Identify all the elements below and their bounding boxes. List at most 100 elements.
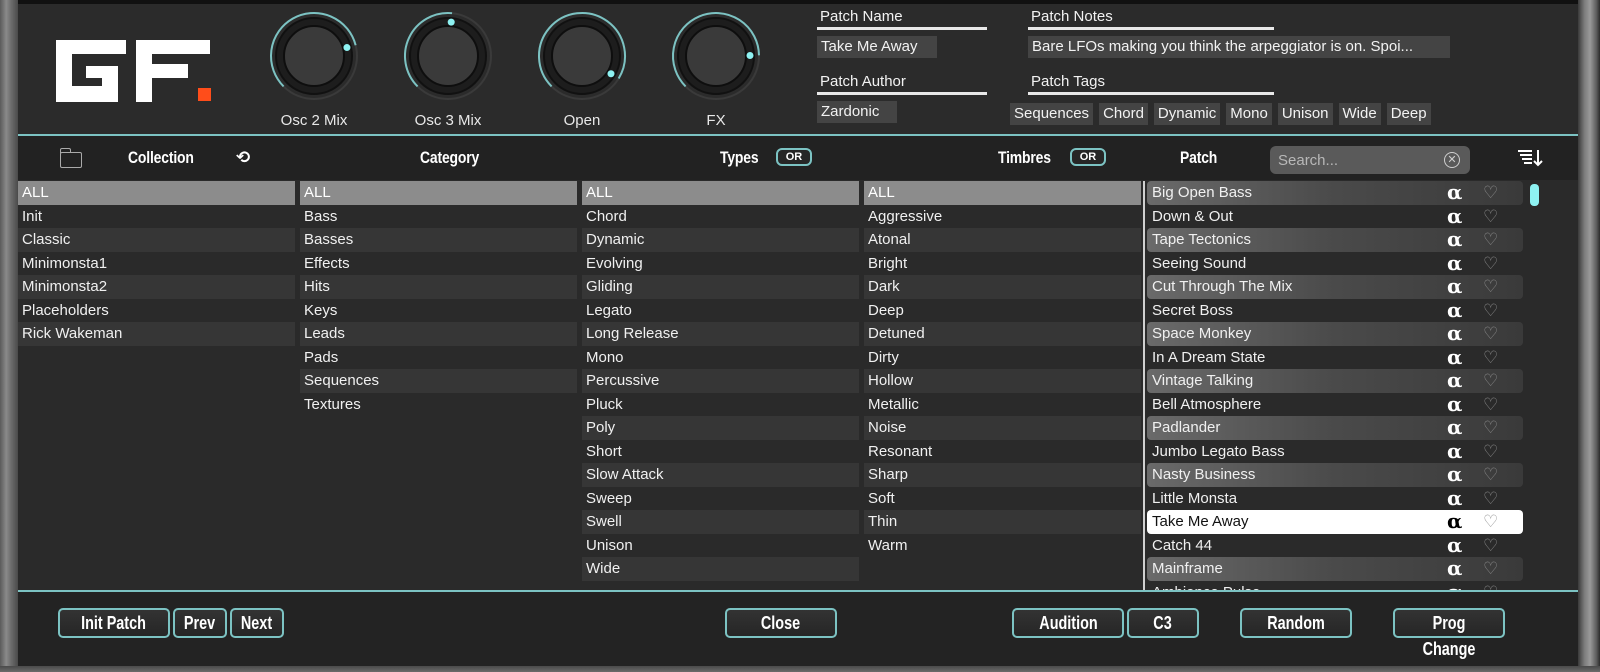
patch-row[interactable]: Tape Tectonics α ♡ bbox=[1147, 227, 1523, 252]
close-button[interactable]: Close bbox=[725, 608, 837, 638]
favorite-heart-icon[interactable]: ♡ bbox=[1483, 416, 1498, 440]
search-box[interactable]: ✕ bbox=[1270, 146, 1470, 174]
patch-row[interactable]: Vintage Talking α ♡ bbox=[1147, 368, 1523, 393]
tag[interactable]: Wide bbox=[1338, 103, 1381, 125]
types-item[interactable]: Evolving bbox=[582, 252, 859, 276]
collection-item[interactable]: Minimonsta1 bbox=[18, 252, 295, 276]
favorite-heart-icon[interactable]: ♡ bbox=[1483, 346, 1498, 370]
types-item[interactable]: Pluck bbox=[582, 393, 859, 417]
favorite-heart-icon[interactable]: ♡ bbox=[1483, 205, 1498, 229]
category-item[interactable]: Keys bbox=[300, 299, 577, 323]
patch-row[interactable]: Seeing Sound α ♡ bbox=[1147, 251, 1523, 276]
patch-name-field[interactable]: Take Me Away bbox=[817, 36, 937, 58]
folder-icon[interactable] bbox=[59, 148, 82, 168]
types-item[interactable]: Dynamic bbox=[582, 228, 859, 252]
category-item[interactable]: Textures bbox=[300, 393, 577, 417]
patch-row[interactable]: In A Dream State α ♡ bbox=[1147, 345, 1523, 370]
knob-osc2-mix[interactable]: Osc 2 Mix bbox=[268, 10, 360, 129]
types-item[interactable]: Unison bbox=[582, 534, 859, 558]
knob-dial[interactable] bbox=[268, 10, 360, 102]
types-item[interactable]: Gliding bbox=[582, 275, 859, 299]
timbres-item[interactable]: Detuned bbox=[864, 322, 1141, 346]
types-item[interactable]: Percussive bbox=[582, 369, 859, 393]
random-button[interactable]: Random bbox=[1240, 608, 1352, 638]
timbres-item[interactable]: Aggressive bbox=[864, 205, 1141, 229]
collection-item[interactable]: Rick Wakeman bbox=[18, 322, 295, 346]
favorite-heart-icon[interactable]: ♡ bbox=[1483, 487, 1498, 511]
category-item[interactable]: Basses bbox=[300, 228, 577, 252]
timbres-item[interactable]: Thin bbox=[864, 510, 1141, 534]
knob-dial[interactable] bbox=[670, 10, 762, 102]
patch-row[interactable]: Secret Boss α ♡ bbox=[1147, 298, 1523, 323]
knob-fx[interactable]: FX bbox=[670, 10, 762, 129]
favorite-heart-icon[interactable]: ♡ bbox=[1483, 440, 1498, 464]
init-patch-button[interactable]: Init Patch bbox=[58, 608, 170, 638]
types-item[interactable]: Poly bbox=[582, 416, 859, 440]
tag[interactable]: Sequences bbox=[1010, 103, 1094, 125]
types-item[interactable]: Wide bbox=[582, 557, 859, 581]
patch-list-scrollbar[interactable] bbox=[1530, 184, 1539, 206]
tag[interactable]: Unison bbox=[1277, 103, 1333, 125]
types-item[interactable]: Mono bbox=[582, 346, 859, 370]
prog-change-button[interactable]: Prog Change bbox=[1393, 608, 1505, 659]
favorite-heart-icon[interactable]: ♡ bbox=[1483, 252, 1498, 276]
knob-dial[interactable] bbox=[536, 10, 628, 102]
favorite-heart-icon[interactable]: ♡ bbox=[1483, 534, 1498, 558]
favorite-heart-icon[interactable]: ♡ bbox=[1483, 228, 1498, 252]
collection-item[interactable]: Minimonsta2 bbox=[18, 275, 295, 299]
tag[interactable]: Deep bbox=[1386, 103, 1431, 125]
knob-open[interactable]: Open bbox=[536, 10, 628, 129]
search-input[interactable] bbox=[1278, 149, 1438, 171]
category-item[interactable]: Pads bbox=[300, 346, 577, 370]
types-item[interactable]: Short bbox=[582, 440, 859, 464]
types-item[interactable]: Swell bbox=[582, 510, 859, 534]
category-item[interactable]: Effects bbox=[300, 252, 577, 276]
types-item[interactable]: Sweep bbox=[582, 487, 859, 511]
favorite-heart-icon[interactable]: ♡ bbox=[1483, 322, 1498, 346]
knob-dial[interactable] bbox=[402, 10, 494, 102]
patch-row[interactable]: Bell Atmosphere α ♡ bbox=[1147, 392, 1523, 417]
collection-item[interactable]: Placeholders bbox=[18, 299, 295, 323]
timbres-or-toggle[interactable]: OR bbox=[1070, 148, 1106, 166]
next-button[interactable]: Next bbox=[230, 608, 284, 638]
patch-row[interactable]: Catch 44 α ♡ bbox=[1147, 533, 1523, 558]
timbres-item[interactable]: ALL bbox=[864, 181, 1141, 205]
timbres-item[interactable]: Resonant bbox=[864, 440, 1141, 464]
favorite-heart-icon[interactable]: ♡ bbox=[1483, 275, 1498, 299]
types-item[interactable]: Slow Attack bbox=[582, 463, 859, 487]
timbres-item[interactable]: Hollow bbox=[864, 369, 1141, 393]
category-item[interactable]: Sequences bbox=[300, 369, 577, 393]
patch-author-field[interactable]: Zardonic bbox=[817, 101, 897, 123]
types-item[interactable]: ALL bbox=[582, 181, 859, 205]
favorite-heart-icon[interactable]: ♡ bbox=[1483, 181, 1498, 205]
patch-row[interactable]: Space Monkey α ♡ bbox=[1147, 321, 1523, 346]
types-item[interactable]: Long Release bbox=[582, 322, 859, 346]
clear-search-icon[interactable]: ✕ bbox=[1444, 152, 1460, 168]
timbres-item[interactable]: Dirty bbox=[864, 346, 1141, 370]
favorite-heart-icon[interactable]: ♡ bbox=[1483, 369, 1498, 393]
patch-row[interactable]: Jumbo Legato Bass α ♡ bbox=[1147, 439, 1523, 464]
timbres-item[interactable]: Bright bbox=[864, 252, 1141, 276]
patch-row[interactable]: Little Monsta α ♡ bbox=[1147, 486, 1523, 511]
collection-item[interactable]: Init bbox=[18, 205, 295, 229]
tag[interactable]: Chord bbox=[1099, 103, 1148, 125]
timbres-item[interactable]: Warm bbox=[864, 534, 1141, 558]
favorite-heart-icon[interactable]: ♡ bbox=[1483, 299, 1498, 323]
patch-row[interactable]: Take Me Away α ♡ bbox=[1147, 509, 1523, 534]
audition-button[interactable]: Audition bbox=[1012, 608, 1124, 638]
knob-osc3-mix[interactable]: Osc 3 Mix bbox=[402, 10, 494, 129]
collection-item[interactable]: Classic bbox=[18, 228, 295, 252]
favorite-heart-icon[interactable]: ♡ bbox=[1483, 557, 1498, 581]
timbres-item[interactable]: Sharp bbox=[864, 463, 1141, 487]
category-item[interactable]: Bass bbox=[300, 205, 577, 229]
sort-icon[interactable] bbox=[1518, 148, 1544, 168]
category-item[interactable]: Hits bbox=[300, 275, 577, 299]
types-item[interactable]: Chord bbox=[582, 205, 859, 229]
category-item[interactable]: Leads bbox=[300, 322, 577, 346]
types-item[interactable]: Legato bbox=[582, 299, 859, 323]
types-or-toggle[interactable]: OR bbox=[776, 148, 812, 166]
favorite-heart-icon[interactable]: ♡ bbox=[1483, 510, 1498, 534]
patch-row[interactable]: Cut Through The Mix α ♡ bbox=[1147, 274, 1523, 299]
favorite-heart-icon[interactable]: ♡ bbox=[1483, 463, 1498, 487]
timbres-item[interactable]: Noise bbox=[864, 416, 1141, 440]
